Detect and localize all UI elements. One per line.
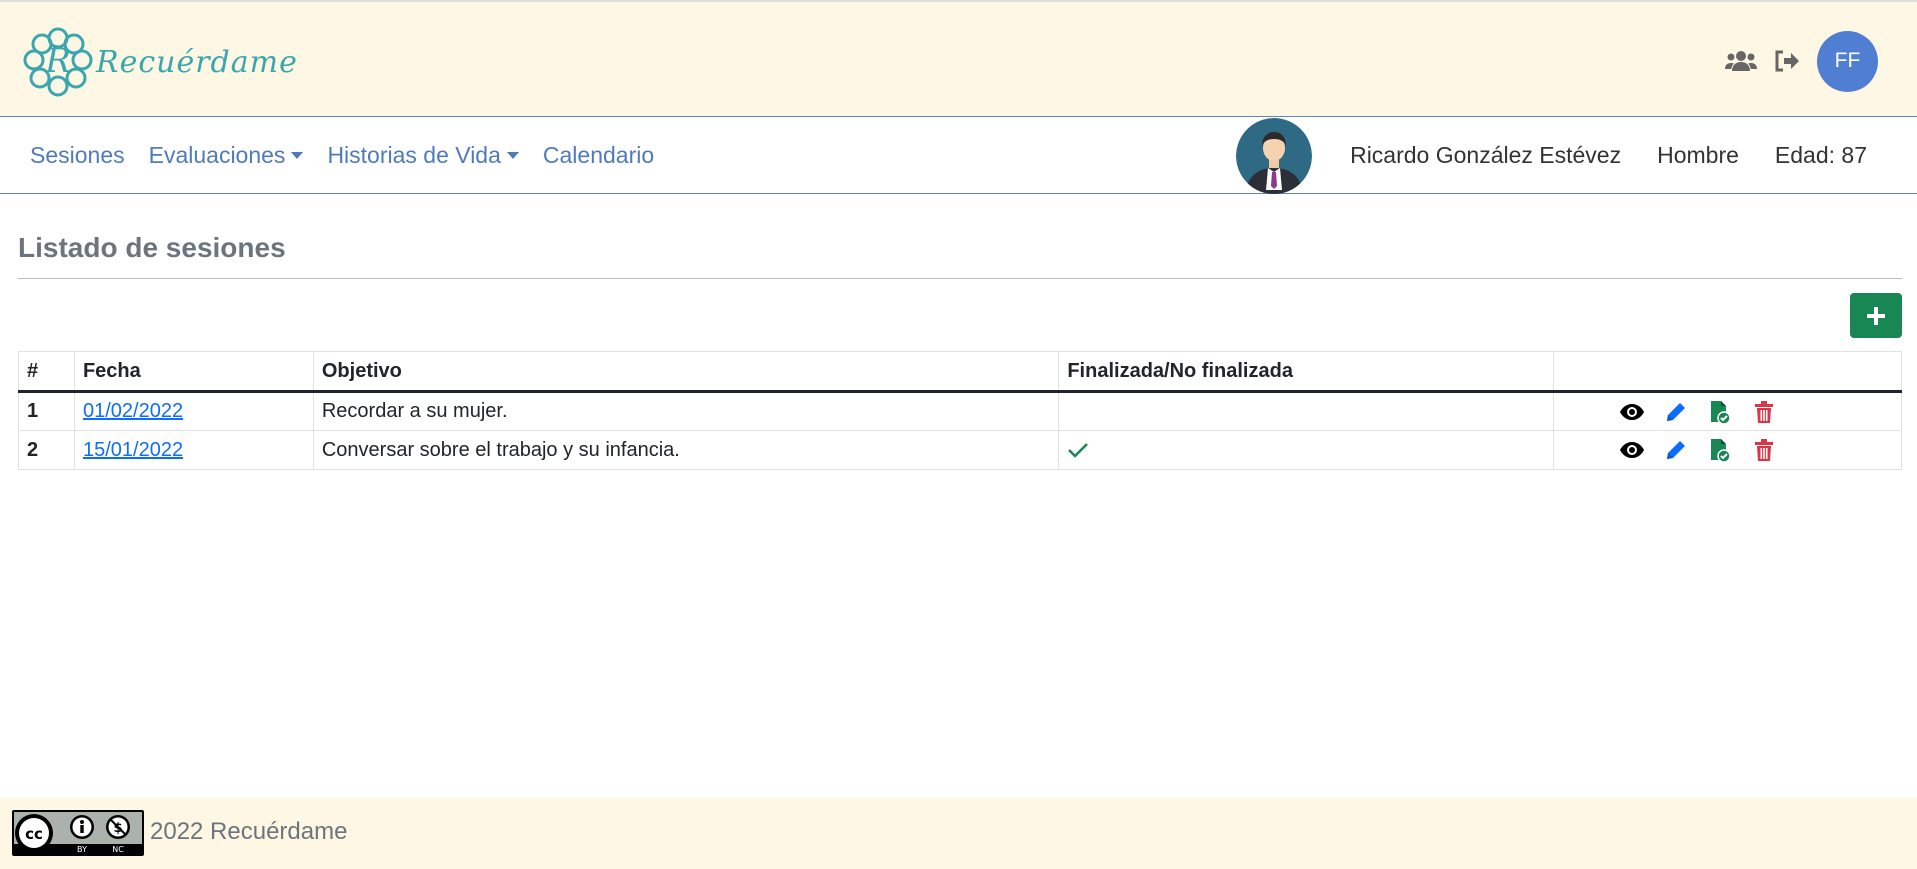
nav-item-sesiones[interactable]: Sesiones bbox=[30, 142, 125, 169]
cc-by-label: BY bbox=[77, 845, 87, 854]
row-date-cell: 01/02/2022 bbox=[73, 391, 314, 431]
patient-info: Ricardo González Estévez Hombre Edad: 87 bbox=[1236, 117, 1867, 194]
column-header-number: # bbox=[18, 351, 75, 393]
cc-license-badge[interactable]: cc $ BY NC bbox=[12, 810, 144, 856]
nav-item-label: Evaluaciones bbox=[148, 142, 286, 168]
column-header-objetivo[interactable]: Objetivo bbox=[312, 351, 1060, 393]
row-objective: Conversar sobre el trabajo y su infancia… bbox=[312, 430, 1060, 470]
logo-letter: R bbox=[44, 41, 71, 81]
session-date-link[interactable]: 01/02/2022 bbox=[83, 400, 183, 422]
nav-item-evaluaciones[interactable]: Evaluaciones bbox=[149, 142, 304, 169]
cc-mark: cc bbox=[25, 825, 43, 843]
plus-icon bbox=[1867, 306, 1885, 325]
checkmark-icon bbox=[1068, 443, 1089, 458]
edit-pencil-icon[interactable] bbox=[1664, 400, 1688, 424]
sessions-table: # Fecha Objetivo Finalizada/No finalizad… bbox=[18, 351, 1902, 470]
nav-item-calendario[interactable]: Calendario bbox=[543, 142, 654, 169]
user-avatar-button[interactable]: FF bbox=[1817, 30, 1878, 92]
row-number: 1 bbox=[18, 391, 75, 431]
page-title: Listado de sesiones bbox=[18, 232, 286, 263]
delete-trash-icon[interactable] bbox=[1752, 400, 1776, 424]
chevron-down-icon bbox=[291, 152, 304, 159]
delete-trash-icon[interactable] bbox=[1752, 438, 1776, 462]
main-nav: Sesiones Evaluaciones Historias de Vida … bbox=[0, 117, 1917, 194]
nav-item-label: Sesiones bbox=[30, 142, 125, 168]
row-status bbox=[1058, 430, 1555, 470]
nav-item-label: Calendario bbox=[542, 142, 655, 168]
file-check-icon[interactable] bbox=[1708, 438, 1732, 462]
table-row: 1 01/02/2022 Recordar a su mujer. bbox=[18, 391, 1902, 431]
table-header-row: # Fecha Objetivo Finalizada/No finalizad… bbox=[18, 351, 1902, 393]
patient-avatar bbox=[1236, 117, 1313, 194]
divider bbox=[18, 278, 1902, 279]
app-name: Recuérdame bbox=[96, 44, 298, 80]
patient-name: Ricardo González Estévez bbox=[1350, 142, 1622, 168]
cc-nc-label: NC bbox=[112, 845, 124, 854]
table-row: 2 15/01/2022 Conversar sobre el trabajo … bbox=[18, 430, 1902, 470]
nav-item-label: Historias de Vida bbox=[327, 142, 501, 168]
add-session-button[interactable] bbox=[1850, 293, 1902, 338]
footer: cc $ BY NC 2022 Recuérdame bbox=[0, 798, 1917, 869]
footer-copyright: 2022 Recuérdame bbox=[150, 818, 348, 845]
file-check-icon[interactable] bbox=[1708, 400, 1732, 424]
view-eye-icon[interactable] bbox=[1619, 400, 1644, 424]
row-number: 2 bbox=[18, 430, 75, 470]
row-status bbox=[1058, 391, 1555, 431]
users-icon[interactable] bbox=[1723, 43, 1759, 79]
chevron-down-icon bbox=[506, 152, 519, 159]
logout-icon[interactable] bbox=[1769, 43, 1805, 79]
patient-gender: Hombre bbox=[1657, 142, 1739, 168]
row-date-cell: 15/01/2022 bbox=[73, 430, 314, 470]
row-actions bbox=[1553, 391, 1902, 431]
column-header-finalizada[interactable]: Finalizada/No finalizada bbox=[1058, 351, 1555, 393]
nav-item-historias-de-vida[interactable]: Historias de Vida bbox=[327, 142, 519, 169]
brain-logo-icon: R bbox=[23, 27, 93, 97]
column-header-fecha[interactable]: Fecha bbox=[73, 351, 314, 393]
top-header: R Recuérdame FF bbox=[0, 0, 1917, 117]
edit-pencil-icon[interactable] bbox=[1664, 438, 1688, 462]
row-actions bbox=[1553, 430, 1902, 470]
view-eye-icon[interactable] bbox=[1619, 438, 1644, 462]
session-date-link[interactable]: 15/01/2022 bbox=[83, 439, 183, 461]
patient-age: Edad: 87 bbox=[1774, 142, 1867, 168]
app-logo[interactable]: R Recuérdame bbox=[22, 26, 298, 98]
column-header-actions bbox=[1553, 351, 1902, 393]
row-objective: Recordar a su mujer. bbox=[312, 391, 1060, 431]
